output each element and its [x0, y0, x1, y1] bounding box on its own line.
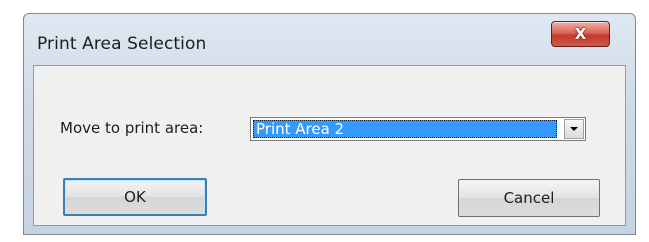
dialog-title: Print Area Selection	[37, 34, 207, 54]
ok-button[interactable]: OK	[63, 178, 207, 216]
dropdown-arrow-button[interactable]	[564, 119, 584, 139]
page: Print Area Selection X Move to print are…	[0, 0, 649, 242]
print-area-selected-value[interactable]: Print Area 2	[253, 120, 557, 138]
close-icon: X	[574, 24, 587, 43]
move-to-print-area-label: Move to print area:	[60, 119, 204, 137]
dialog-window: Print Area Selection X Move to print are…	[23, 13, 636, 235]
dialog-client-area: Move to print area: Print Area 2 OK Canc…	[33, 65, 626, 226]
chevron-down-icon	[570, 127, 578, 131]
cancel-button[interactable]: Cancel	[458, 179, 600, 217]
close-button[interactable]: X	[551, 21, 610, 47]
print-area-dropdown[interactable]: Print Area 2	[250, 117, 586, 141]
